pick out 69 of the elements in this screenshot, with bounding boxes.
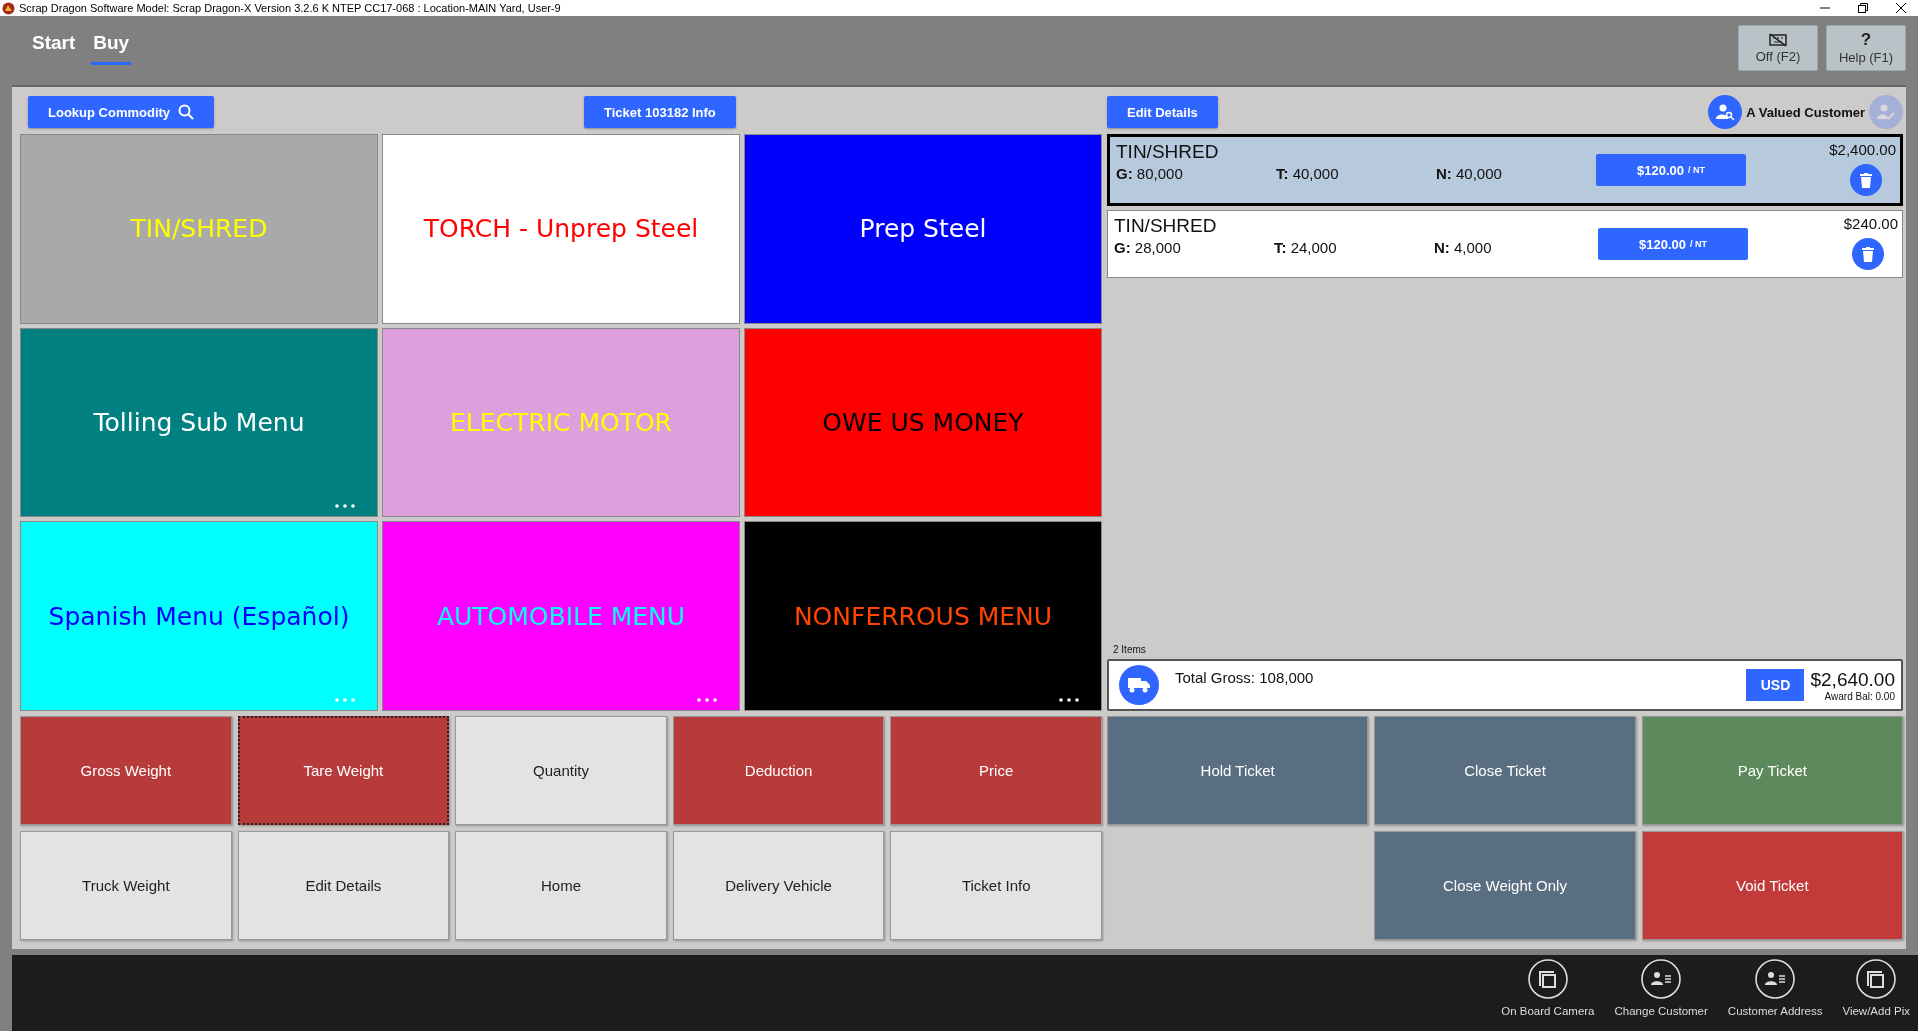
currency-button[interactable]: USD [1746, 669, 1805, 701]
unit-rate-button[interactable]: $120.00 / NT [1596, 154, 1746, 186]
tare-weight: T: 40,000 [1276, 165, 1340, 182]
keyboard-off-icon [1769, 32, 1787, 47]
item-count: 2 Items [1113, 644, 1147, 655]
ticket-action-button[interactable]: Void Ticket [1641, 831, 1903, 940]
delete-button[interactable] [1852, 238, 1884, 270]
customer-name: A Valued Customer [1746, 104, 1865, 120]
tab[interactable]: Start [30, 32, 78, 65]
line-amount: $240.00 [1843, 215, 1898, 232]
action-button[interactable]: Quantity [455, 716, 667, 825]
person-search-icon [1715, 102, 1736, 122]
toolbar-button[interactable]: View/Add Pix [1836, 955, 1916, 1031]
photos-icon [1527, 959, 1568, 999]
truck-icon [1128, 677, 1150, 693]
contact-card-icon [1755, 959, 1796, 999]
customer-search-button[interactable] [1708, 95, 1743, 129]
photos-icon [1856, 959, 1897, 999]
action-button[interactable]: Ticket Info [890, 831, 1102, 940]
action-button[interactable]: Edit Details [237, 831, 450, 940]
total-gross: Total Gross: 108,000 [1175, 669, 1314, 686]
action-button[interactable]: Deduction [672, 716, 885, 825]
action-button[interactable]: Truck Weight [20, 831, 232, 940]
trash-icon [1860, 172, 1872, 188]
tab[interactable]: Buy [91, 32, 132, 65]
ticket-total: $2,640.00 [1810, 668, 1895, 691]
lookup-commodity-button[interactable]: Lookup Commodity [28, 96, 215, 128]
net-weight: N: 40,000 [1436, 165, 1503, 182]
toolbar-button[interactable]: Change Customer [1608, 955, 1714, 1031]
net-weight: N: 4,000 [1434, 239, 1493, 256]
action-button[interactable]: Price [890, 716, 1102, 825]
action-button[interactable]: Tare Weight [237, 716, 450, 825]
commodity-tile[interactable]: OWE US MONEY [744, 327, 1102, 518]
commodity-name: TIN/SHRED [1114, 215, 1218, 237]
search-icon [178, 104, 195, 120]
ticket-action-button[interactable]: Hold Ticket [1107, 716, 1369, 825]
action-button[interactable]: Home [455, 831, 667, 940]
gross-weight: G: 28,000 [1114, 239, 1182, 256]
commodity-tile[interactable]: Spanish Menu (Español) [20, 521, 378, 711]
keyboard-off-button[interactable]: Off (F2) [1738, 25, 1818, 71]
toolbar-button[interactable]: Customer Address [1721, 955, 1829, 1031]
commodity-tile[interactable]: NONFERROUS MENU [744, 521, 1102, 711]
restore-icon[interactable] [1858, 3, 1868, 13]
toolbar-button[interactable]: On Board Camera [1495, 955, 1601, 1031]
help-button[interactable]: ? Help (F1) [1826, 25, 1906, 71]
contact-card-icon [1641, 959, 1682, 999]
window-title: Scrap Dragon Software Model: Scrap Dragon-X Version 3.2.6 K NTEP CC17-068 : Location-MAIN Yard, User-9 [19, 2, 561, 14]
commodity-tile[interactable]: Tolling Sub Menu [20, 327, 378, 518]
line-amount: $2,400.00 [1829, 141, 1896, 158]
action-button[interactable]: Gross Weight [20, 716, 232, 825]
ticket-info-button[interactable]: Ticket 103182 Info [584, 96, 736, 128]
unit-rate-button[interactable]: $120.00 / NT [1598, 228, 1748, 260]
trash-icon [1862, 246, 1874, 262]
commodity-tile[interactable]: Prep Steel [744, 134, 1102, 324]
tare-weight: T: 24,000 [1274, 239, 1338, 256]
dragon-logo-icon [2, 1, 15, 15]
person-edit-icon [1876, 102, 1896, 122]
ticket-action-button[interactable]: Close Ticket [1374, 716, 1636, 825]
edit-details-button[interactable]: Edit Details [1107, 96, 1218, 128]
award-balance: Award Bal: 0.00 [1824, 690, 1895, 702]
action-button[interactable]: Delivery Vehicle [672, 831, 885, 940]
ticket-action-button[interactable]: Close Weight Only [1374, 831, 1636, 940]
gross-weight: G: 80,000 [1116, 165, 1184, 182]
commodity-name: TIN/SHRED [1116, 141, 1220, 163]
commodity-tile[interactable]: TORCH - Unprep Steel [382, 134, 740, 324]
close-icon[interactable] [1896, 3, 1906, 13]
ticket-action-button[interactable]: Pay Ticket [1641, 716, 1903, 825]
delivery-vehicle-button[interactable] [1119, 665, 1159, 705]
delete-button[interactable] [1850, 164, 1882, 196]
